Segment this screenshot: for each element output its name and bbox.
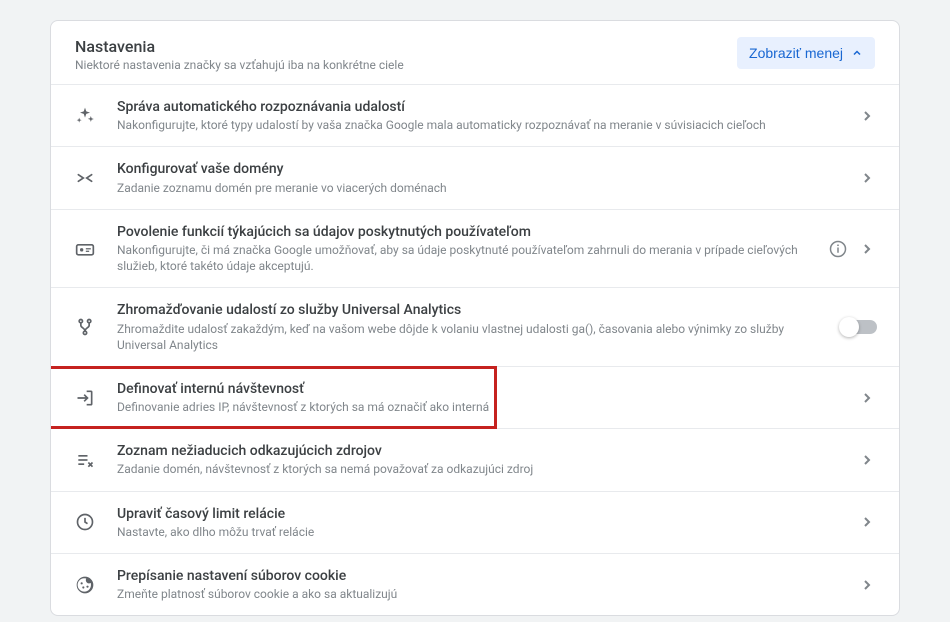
collapse-label: Zobraziť menej bbox=[749, 45, 843, 61]
list-remove-icon bbox=[73, 448, 97, 472]
row-internal-traffic[interactable]: Definovať internú návštevnosť Definovani… bbox=[51, 367, 899, 429]
chevron-right-icon bbox=[857, 106, 877, 126]
row-desc: Zmeňte platnosť súborov cookie a ako sa … bbox=[117, 586, 847, 602]
settings-list: Správa automatického rozpoznávania udalo… bbox=[51, 84, 899, 615]
row-referrals[interactable]: Zoznam nežiaducich odkazujúcich zdrojov … bbox=[51, 429, 899, 491]
row-user-data[interactable]: Povolenie funkcií týkajúcich sa údajov p… bbox=[51, 210, 899, 289]
row-desc: Zadanie domén, návštevnosť z ktorých sa … bbox=[117, 461, 847, 477]
row-trailing bbox=[857, 168, 877, 188]
row-body: Konfigurovať vaše domény Zadanie zoznamu… bbox=[117, 160, 857, 195]
row-trailing bbox=[857, 512, 877, 532]
row-title: Zhromažďovanie udalostí zo služby Univer… bbox=[117, 301, 831, 319]
chevron-right-icon bbox=[857, 239, 877, 259]
chevron-right-icon bbox=[857, 575, 877, 595]
row-body: Zoznam nežiaducich odkazujúcich zdrojov … bbox=[117, 442, 857, 477]
toggle-switch[interactable] bbox=[841, 320, 877, 334]
card-title: Nastavenia bbox=[75, 37, 404, 56]
sparkle-icon bbox=[73, 104, 97, 128]
row-body: Povolenie funkcií týkajúcich sa údajov p… bbox=[117, 223, 829, 275]
row-body: Zhromažďovanie udalostí zo služby Univer… bbox=[117, 301, 841, 353]
row-title: Zoznam nežiaducich odkazujúcich zdrojov bbox=[117, 442, 847, 460]
row-cookies[interactable]: Prepísanie nastavení súborov cookie Zmeň… bbox=[51, 554, 899, 615]
row-desc: Nastavte, ako dlho môžu trvať relácie bbox=[117, 524, 847, 540]
collapse-button[interactable]: Zobraziť menej bbox=[737, 37, 875, 69]
chevron-right-icon bbox=[857, 450, 877, 470]
row-domains[interactable]: Konfigurovať vaše domény Zadanie zoznamu… bbox=[51, 147, 899, 209]
row-title: Definovať internú návštevnosť bbox=[117, 380, 847, 398]
row-desc: Definovanie adries IP, návštevnosť z kto… bbox=[117, 399, 847, 415]
settings-card: Nastavenia Niektoré nastavenia značky sa… bbox=[50, 20, 900, 616]
chevron-right-icon bbox=[857, 512, 877, 532]
cookie-icon bbox=[73, 573, 97, 597]
row-title: Prepísanie nastavení súborov cookie bbox=[117, 567, 847, 585]
info-icon[interactable] bbox=[829, 240, 847, 258]
row-title: Upraviť časový limit relácie bbox=[117, 505, 847, 523]
row-trailing bbox=[841, 320, 877, 334]
row-trailing bbox=[857, 106, 877, 126]
chevron-up-icon bbox=[851, 47, 863, 59]
row-trailing bbox=[857, 450, 877, 470]
login-icon bbox=[73, 386, 97, 410]
row-trailing bbox=[857, 388, 877, 408]
row-trailing bbox=[857, 575, 877, 595]
row-body: Definovať internú návštevnosť Definovani… bbox=[117, 380, 857, 415]
row-title: Povolenie funkcií týkajúcich sa údajov p… bbox=[117, 223, 819, 241]
merge-icon bbox=[73, 166, 97, 190]
row-session-timeout[interactable]: Upraviť časový limit relácie Nastavte, a… bbox=[51, 492, 899, 554]
row-desc: Nakonfigurujte, ktoré typy udalostí by v… bbox=[117, 117, 847, 133]
badge-icon bbox=[73, 237, 97, 261]
card-header-text: Nastavenia Niektoré nastavenia značky sa… bbox=[75, 37, 404, 72]
row-title: Správa automatického rozpoznávania udalo… bbox=[117, 98, 847, 116]
row-auto-events[interactable]: Správa automatického rozpoznávania udalo… bbox=[51, 85, 899, 147]
clock-icon bbox=[73, 510, 97, 534]
row-body: Prepísanie nastavení súborov cookie Zmeň… bbox=[117, 567, 857, 602]
card-subtitle: Niektoré nastavenia značky sa vzťahujú i… bbox=[75, 58, 404, 72]
chevron-right-icon bbox=[857, 168, 877, 188]
chevron-right-icon bbox=[857, 388, 877, 408]
card-header: Nastavenia Niektoré nastavenia značky sa… bbox=[51, 21, 899, 84]
row-body: Upraviť časový limit relácie Nastavte, a… bbox=[117, 505, 857, 540]
fork-icon bbox=[73, 315, 97, 339]
row-body: Správa automatického rozpoznávania udalo… bbox=[117, 98, 857, 133]
row-ua-events[interactable]: Zhromažďovanie udalostí zo služby Univer… bbox=[51, 288, 899, 367]
row-desc: Zadanie zoznamu domén pre meranie vo via… bbox=[117, 180, 847, 196]
row-title: Konfigurovať vaše domény bbox=[117, 160, 847, 178]
row-trailing bbox=[829, 239, 877, 259]
row-desc: Nakonfigurujte, či má značka Google umož… bbox=[117, 242, 819, 274]
row-desc: Zhromaždite udalosť zakaždým, keď na vaš… bbox=[117, 321, 831, 353]
